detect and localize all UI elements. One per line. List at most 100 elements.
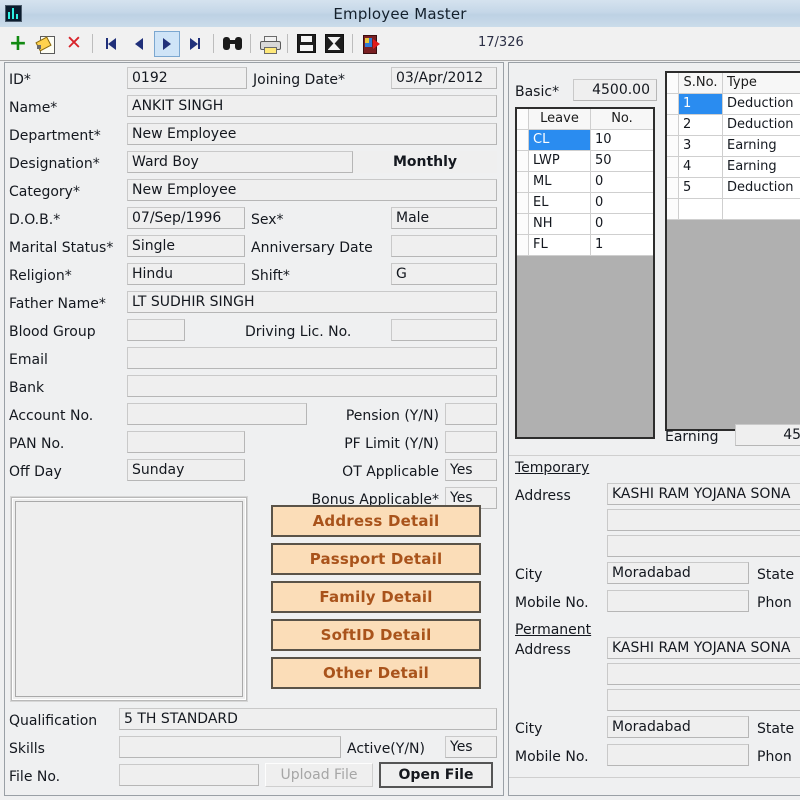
type-cell-type[interactable]: Deduction <box>723 94 800 115</box>
email-input[interactable] <box>127 347 497 369</box>
dob-input[interactable]: 07/Sep/1996 <box>127 207 245 229</box>
row-selector[interactable] <box>517 214 529 235</box>
id-input[interactable]: 0192 <box>127 67 247 89</box>
other-detail-button[interactable]: Other Detail <box>271 657 481 689</box>
leave-grid[interactable]: Leave No. CL 10 LWP 50 ML 0 EL 0 NH 0 FL… <box>515 107 655 439</box>
row-selector[interactable] <box>667 136 679 157</box>
leave-cell-type[interactable]: EL <box>529 193 591 214</box>
row-selector[interactable] <box>667 199 679 220</box>
type-grid-row[interactable]: 1 Deduction <box>667 94 800 115</box>
row-selector[interactable] <box>667 94 679 115</box>
type-grid-row[interactable]: 2 Deduction <box>667 115 800 136</box>
exit-button[interactable] <box>358 31 384 57</box>
type-cell-type[interactable]: Earning <box>723 136 800 157</box>
first-record-button[interactable] <box>98 31 124 57</box>
type-cell-sno[interactable]: 4 <box>679 157 723 178</box>
open-file-button[interactable]: Open File <box>379 762 493 788</box>
type-cell-type[interactable] <box>723 199 800 220</box>
last-record-button[interactable] <box>182 31 208 57</box>
family-detail-button[interactable]: Family Detail <box>271 581 481 613</box>
edit-record-button[interactable] <box>33 31 59 57</box>
ot-applicable-input[interactable]: Yes <box>445 459 497 481</box>
passport-detail-button[interactable]: Passport Detail <box>271 543 481 575</box>
pf-limit-input[interactable] <box>445 431 497 453</box>
row-selector[interactable] <box>667 115 679 136</box>
temporary-address-line3[interactable] <box>607 535 800 557</box>
add-record-button[interactable]: + <box>5 31 31 57</box>
leave-cell-no[interactable]: 50 <box>591 151 653 172</box>
permanent-address-line2[interactable] <box>607 663 800 685</box>
type-grid-row[interactable]: 5 Deduction <box>667 178 800 199</box>
find-button[interactable] <box>219 31 245 57</box>
type-cell-sno[interactable]: 1 <box>679 94 723 115</box>
upload-file-button[interactable]: Upload File <box>265 763 373 787</box>
active-input[interactable]: Yes <box>445 736 497 758</box>
type-cell-type[interactable]: Deduction <box>723 115 800 136</box>
qualification-input[interactable]: 5 TH STANDARD <box>119 708 497 730</box>
leave-grid-row[interactable]: ML 0 <box>517 172 653 193</box>
shift-input[interactable]: G <box>391 263 497 285</box>
leave-cell-no[interactable]: 1 <box>591 235 653 256</box>
permanent-mobile-input[interactable] <box>607 744 749 766</box>
softid-detail-button[interactable]: SoftID Detail <box>271 619 481 651</box>
leave-grid-row[interactable]: CL 10 <box>517 130 653 151</box>
blood-group-input[interactable] <box>127 319 185 341</box>
permanent-address-line3[interactable] <box>607 689 800 711</box>
save-button[interactable] <box>293 31 319 57</box>
leave-cell-no[interactable]: 0 <box>591 172 653 193</box>
previous-record-button[interactable] <box>126 31 152 57</box>
file-no-input[interactable] <box>119 764 259 786</box>
basic-input[interactable]: 4500.00 <box>573 79 657 101</box>
category-input[interactable]: New Employee <box>127 179 497 201</box>
temporary-address-line2[interactable] <box>607 509 800 531</box>
permanent-city-input[interactable]: Moradabad <box>607 716 749 738</box>
row-selector[interactable] <box>667 178 679 199</box>
leave-cell-type[interactable]: LWP <box>529 151 591 172</box>
print-button[interactable] <box>256 31 282 57</box>
row-selector[interactable] <box>667 157 679 178</box>
type-cell-sno[interactable]: 3 <box>679 136 723 157</box>
type-grid-row[interactable]: 4 Earning <box>667 157 800 178</box>
row-selector[interactable] <box>517 172 529 193</box>
account-no-input[interactable] <box>127 403 307 425</box>
type-grid-row[interactable] <box>667 199 800 220</box>
leave-grid-row[interactable]: FL 1 <box>517 235 653 256</box>
leave-cell-type[interactable]: FL <box>529 235 591 256</box>
type-cell-sno[interactable] <box>679 199 723 220</box>
permanent-address-line1[interactable]: KASHI RAM YOJANA SONA <box>607 637 800 659</box>
pan-no-input[interactable] <box>127 431 245 453</box>
address-detail-button[interactable]: Address Detail <box>271 505 481 537</box>
bank-input[interactable] <box>127 375 497 397</box>
employee-photo-frame[interactable] <box>11 497 247 701</box>
anniversary-date-input[interactable] <box>391 235 497 257</box>
next-record-button[interactable] <box>154 30 180 57</box>
pension-input[interactable] <box>445 403 497 425</box>
temporary-mobile-input[interactable] <box>607 590 749 612</box>
designation-input[interactable]: Ward Boy <box>127 151 353 173</box>
delete-record-button[interactable]: ✕ <box>61 31 87 57</box>
leave-cell-no[interactable]: 0 <box>591 214 653 235</box>
type-cell-type[interactable]: Deduction <box>723 178 800 199</box>
leave-grid-row[interactable]: EL 0 <box>517 193 653 214</box>
type-cell-type[interactable]: Earning <box>723 157 800 178</box>
driving-licence-input[interactable] <box>391 319 497 341</box>
religion-input[interactable]: Hindu <box>127 263 245 285</box>
type-cell-sno[interactable]: 5 <box>679 178 723 199</box>
marital-status-input[interactable]: Single <box>127 235 245 257</box>
type-cell-sno[interactable]: 2 <box>679 115 723 136</box>
row-selector[interactable] <box>517 235 529 256</box>
father-name-input[interactable]: LT SUDHIR SINGH <box>127 291 497 313</box>
department-input[interactable]: New Employee <box>127 123 497 145</box>
sex-input[interactable]: Male <box>391 207 497 229</box>
leave-cell-type[interactable]: ML <box>529 172 591 193</box>
off-day-input[interactable]: Sunday <box>127 459 245 481</box>
type-grid-row[interactable]: 3 Earning <box>667 136 800 157</box>
earning-input[interactable]: 450 <box>735 424 800 446</box>
name-input[interactable]: ANKIT SINGH <box>127 95 497 117</box>
leave-grid-row[interactable]: NH 0 <box>517 214 653 235</box>
leave-cell-type[interactable]: NH <box>529 214 591 235</box>
row-selector[interactable] <box>517 193 529 214</box>
temporary-address-line1[interactable]: KASHI RAM YOJANA SONA <box>607 483 800 505</box>
joining-date-input[interactable]: 03/Apr/2012 <box>391 67 497 89</box>
earning-deduction-grid[interactable]: S.No. Type 1 Deduction 2 Deduction 3 Ear… <box>665 71 800 431</box>
